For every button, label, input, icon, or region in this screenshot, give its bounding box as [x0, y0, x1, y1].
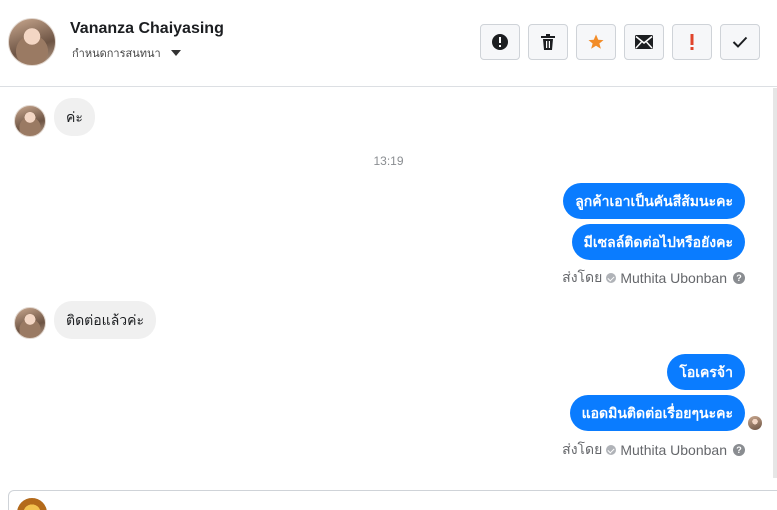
delete-button[interactable]: [528, 24, 568, 60]
caret-down-icon: [170, 50, 181, 56]
conversation-header: Vananza Chaiyasing กำหนดการสนทนา: [0, 0, 777, 87]
sent-by-label: ส่งโดย: [562, 269, 603, 285]
message-composer: [8, 490, 777, 510]
seen-avatar: [748, 416, 762, 430]
star-icon: [588, 34, 604, 49]
trash-icon: [541, 34, 555, 50]
sent-by-info: ส่งโดย Muthita Ubonban ?: [562, 267, 745, 289]
message-input[interactable]: [57, 501, 657, 510]
conversation-settings-label: กำหนดการสนทนา: [72, 48, 161, 60]
sender-name: Muthita Ubonban: [620, 442, 727, 458]
outgoing-message[interactable]: ลูกค้าเอาเป็นคันสีส้มนะคะ: [563, 183, 745, 219]
mark-unread-button[interactable]: [624, 24, 664, 60]
sent-by-label: ส่งโดย: [562, 441, 603, 457]
important-button[interactable]: [672, 24, 712, 60]
check-circle-icon: [606, 445, 617, 455]
sent-by-info: ส่งโดย Muthita Ubonban ?: [562, 439, 745, 461]
envelope-icon: [635, 35, 653, 49]
message-thread[interactable]: ค่ะ 13:19 ลูกค้าเอาเป็นคันสีส้มนะคะ มีเซ…: [0, 88, 777, 488]
sender-name: Muthita Ubonban: [620, 270, 727, 286]
check-icon: [732, 36, 748, 48]
messenger-conversation: Vananza Chaiyasing กำหนดการสนทนา ค่ะ 13:…: [0, 0, 777, 510]
mark-done-button[interactable]: [720, 24, 760, 60]
toolbar: [480, 24, 760, 60]
contact-avatar[interactable]: [8, 18, 56, 66]
help-icon[interactable]: ?: [733, 444, 745, 456]
outgoing-message[interactable]: โอเครจ้า: [667, 354, 745, 390]
message-timestamp: 13:19: [373, 154, 404, 168]
help-icon[interactable]: ?: [733, 272, 745, 284]
outgoing-message[interactable]: แอดมินติดต่อเรื่อยๆนะคะ: [569, 395, 745, 431]
exclamation-circle-icon: [492, 34, 508, 50]
outgoing-message[interactable]: มีเซลล์ติดต่อไปหรือยังคะ: [571, 224, 745, 260]
exclamation-icon: [690, 34, 694, 50]
scrollbar[interactable]: [773, 88, 777, 478]
contact-name[interactable]: Vananza Chaiyasing: [70, 20, 224, 38]
incoming-message[interactable]: ติดต่อแล้วค่ะ: [54, 301, 157, 339]
incoming-message[interactable]: ค่ะ: [54, 98, 95, 136]
contact-avatar-small: [14, 105, 46, 137]
check-circle-icon: [606, 273, 617, 283]
contact-avatar-small: [14, 307, 46, 339]
star-button[interactable]: [576, 24, 616, 60]
report-button[interactable]: [480, 24, 520, 60]
conversation-settings-dropdown[interactable]: กำหนดการสนทนา: [72, 44, 181, 62]
page-avatar: [17, 498, 47, 510]
